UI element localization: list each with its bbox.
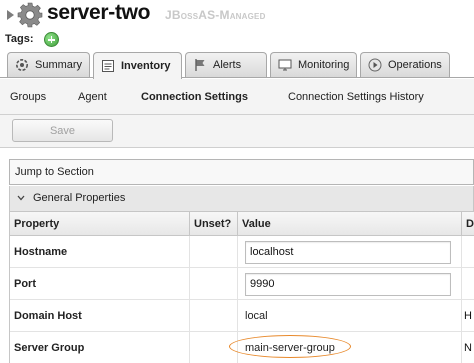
page-title: server-two xyxy=(47,1,151,24)
main-tabs: Summary Inventory Alerts Monitoring Oper… xyxy=(0,52,474,79)
unset-cell xyxy=(190,300,238,332)
tab-monitoring[interactable]: Monitoring xyxy=(270,52,357,77)
hostname-field[interactable]: localhost xyxy=(245,241,451,264)
tab-operations[interactable]: Operations xyxy=(360,52,450,77)
table-row: Hostname localhost xyxy=(10,236,474,268)
inventory-icon xyxy=(100,59,115,74)
resource-header: server-two JBossAS-Managed xyxy=(0,0,474,30)
value-cell: localhost xyxy=(238,236,462,268)
toolbar: Save xyxy=(0,115,474,148)
column-header-property[interactable]: Property xyxy=(10,212,190,236)
port-field[interactable]: 9990 xyxy=(245,273,451,296)
server-gear-icon xyxy=(17,2,43,28)
jump-to-section-label: Jump to Section xyxy=(15,166,94,178)
tab-summary-label: Summary xyxy=(35,59,83,71)
description-cell xyxy=(462,236,474,268)
flag-icon xyxy=(192,58,207,73)
column-header-description[interactable]: D xyxy=(462,212,474,236)
property-name: Port xyxy=(10,268,190,300)
properties-table: Property Unset? Value D Hostname localho… xyxy=(9,212,474,363)
summary-icon xyxy=(14,58,29,73)
tab-alerts-label: Alerts xyxy=(213,59,242,71)
tab-inventory[interactable]: Inventory xyxy=(93,52,182,79)
section-general-properties[interactable]: General Properties xyxy=(9,186,474,212)
subtab-connection-settings[interactable]: Connection Settings xyxy=(141,91,248,103)
resource-type-label: JBossAS-Managed xyxy=(165,8,266,22)
value-cell: 9990 xyxy=(238,268,462,300)
description-cell: N xyxy=(464,342,472,354)
value-cell: local xyxy=(238,300,462,332)
subtabs: Groups Agent Connection Settings Connect… xyxy=(0,79,474,115)
table-header: Property Unset? Value D xyxy=(10,212,474,236)
add-tag-icon[interactable] xyxy=(44,32,59,47)
column-header-value[interactable]: Value xyxy=(238,212,462,236)
tab-summary[interactable]: Summary xyxy=(7,52,90,77)
chevron-down-icon xyxy=(17,195,25,201)
monitor-icon xyxy=(277,58,292,73)
column-header-unset[interactable]: Unset? xyxy=(190,212,238,236)
tab-monitoring-label: Monitoring xyxy=(298,59,350,71)
property-name: Domain Host xyxy=(10,300,190,332)
unset-cell xyxy=(190,236,238,268)
table-row: Port 9990 xyxy=(10,268,474,300)
section-title: General Properties xyxy=(33,192,126,204)
property-name: Server Group xyxy=(10,332,190,363)
jump-to-section[interactable]: Jump to Section xyxy=(9,159,474,185)
server-group-value: main-server-group xyxy=(245,342,335,354)
tab-alerts[interactable]: Alerts xyxy=(185,52,267,77)
table-row: Domain Host local H xyxy=(10,300,474,332)
description-cell xyxy=(462,268,474,300)
tab-operations-label: Operations xyxy=(388,59,442,71)
save-button[interactable]: Save xyxy=(12,119,113,142)
value-cell: main-server-group xyxy=(238,332,462,363)
unset-cell xyxy=(190,332,238,363)
unset-cell xyxy=(190,268,238,300)
property-name: Hostname xyxy=(10,236,190,268)
table-row: Server Group main-server-group N xyxy=(10,332,474,363)
expand-arrow-icon[interactable] xyxy=(7,10,14,20)
description-cell: H xyxy=(464,310,472,322)
subtab-groups[interactable]: Groups xyxy=(10,91,46,103)
subtab-connection-settings-history[interactable]: Connection Settings History xyxy=(288,91,424,103)
tab-inventory-label: Inventory xyxy=(121,60,171,72)
subtab-agent[interactable]: Agent xyxy=(78,91,107,103)
tags-label: Tags: xyxy=(5,33,34,45)
domain-host-value: local xyxy=(245,310,268,322)
play-icon xyxy=(367,58,382,73)
